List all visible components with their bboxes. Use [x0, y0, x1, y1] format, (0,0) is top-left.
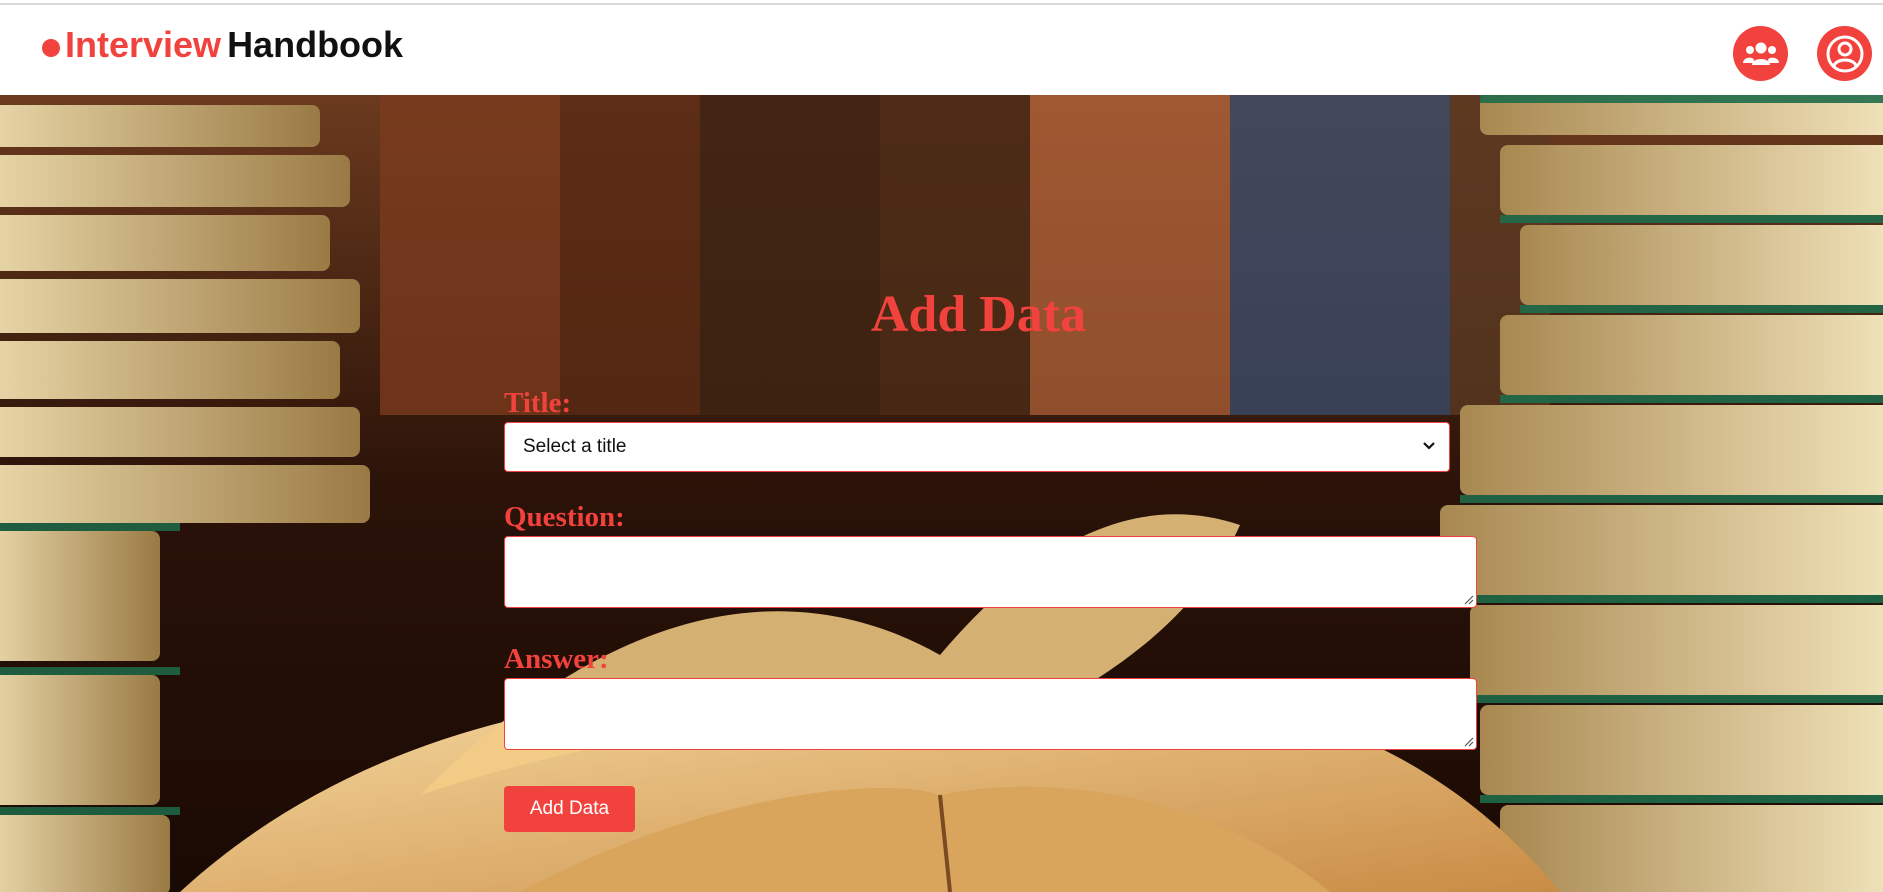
- resize-grip-icon[interactable]: [1462, 735, 1474, 747]
- title-select[interactable]: Select a title: [504, 422, 1450, 472]
- brand-dot: [42, 39, 60, 57]
- users-group-icon: [1742, 42, 1779, 65]
- hero-section: Add Data Title: Select a title Question:…: [0, 95, 1883, 892]
- library-background-image: [0, 95, 1883, 892]
- question-textarea[interactable]: [504, 536, 1477, 608]
- title-label: Title:: [504, 387, 572, 419]
- chevron-down-icon: [1423, 442, 1435, 450]
- user-circle-icon: [1826, 35, 1863, 72]
- brand-word-interview: Interview: [65, 24, 222, 65]
- add-data-button[interactable]: Add Data: [504, 786, 635, 832]
- profile-button[interactable]: [1817, 26, 1872, 81]
- brand-logo[interactable]: Interview Handbook: [42, 19, 403, 71]
- users-group-button[interactable]: [1733, 26, 1788, 81]
- brand-word-handbook: Handbook: [227, 24, 404, 65]
- resize-grip-icon[interactable]: [1462, 593, 1474, 605]
- answer-label: Answer:: [504, 643, 609, 675]
- answer-textarea[interactable]: [504, 678, 1477, 750]
- navbar: Interview Handbook: [0, 5, 1883, 95]
- question-label: Question:: [504, 501, 625, 533]
- page-title: Add Data: [870, 286, 1087, 343]
- title-select-value: Select a title: [523, 436, 627, 457]
